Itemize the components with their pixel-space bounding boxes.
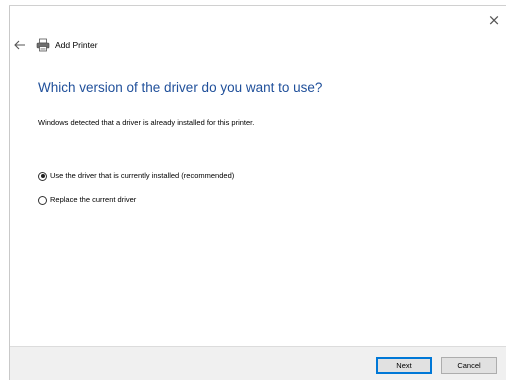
window-top-border xyxy=(9,5,506,6)
next-button[interactable]: Next xyxy=(376,357,432,374)
option-label: Use the driver that is currently install… xyxy=(50,171,235,180)
arrow-left-icon xyxy=(14,40,25,50)
description-text: Windows detected that a driver is alread… xyxy=(38,118,255,127)
window-left-border xyxy=(9,6,10,380)
page-heading: Which version of the driver do you want … xyxy=(38,80,323,95)
option-use-current-driver[interactable]: Use the driver that is currently install… xyxy=(38,170,234,182)
printer-icon xyxy=(36,38,50,52)
cancel-button[interactable]: Cancel xyxy=(441,357,497,374)
back-button[interactable] xyxy=(12,37,28,53)
option-replace-driver[interactable]: Replace the current driver xyxy=(38,194,136,206)
left-margin xyxy=(0,0,9,380)
add-printer-window: × Add Printer Which version of the drive… xyxy=(0,0,506,380)
option-label: Replace the current driver xyxy=(50,195,137,204)
close-button[interactable]: × xyxy=(486,12,502,28)
window-title: Add Printer xyxy=(55,40,98,50)
radio-unselected[interactable] xyxy=(38,195,47,205)
radio-selected[interactable] xyxy=(38,171,47,181)
